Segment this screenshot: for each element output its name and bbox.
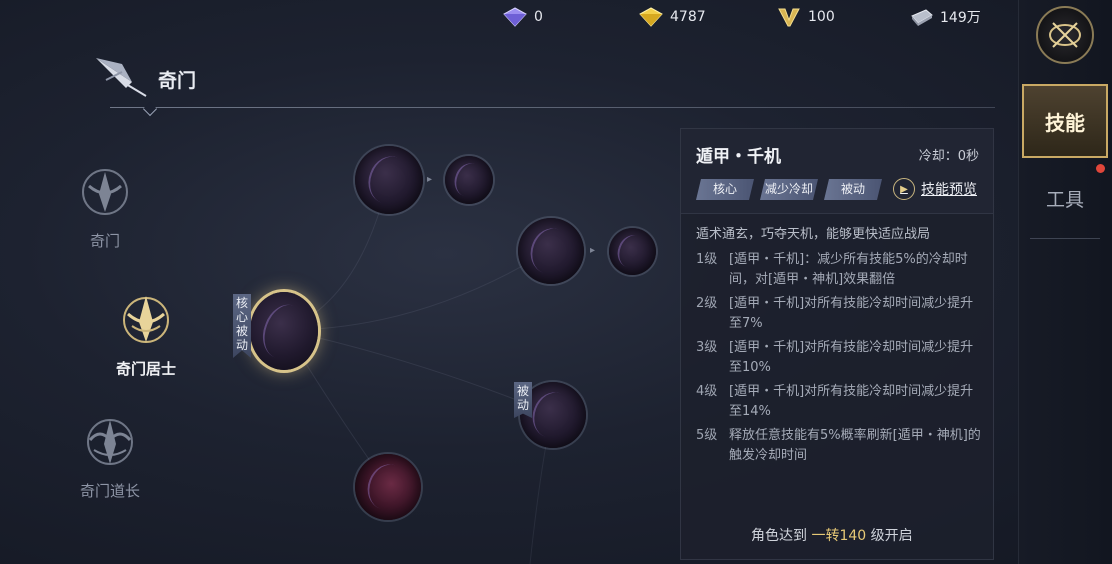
tab-tool[interactable]: 工具 [1022,178,1108,218]
skill-preview-label: 技能预览 [921,182,977,198]
skill-detail-panel: 遁甲・千机 冷却：0秒 核心 减少冷却 被动 ▶ 技能预览 遁术通玄，巧夺天机，… [680,128,994,560]
side-nav-divider [1030,238,1100,239]
chip-reduce-cooldown: 减少冷却 [760,179,818,200]
arrow-right-icon: ▸ [427,174,433,185]
chip-passive: 被动 [824,179,882,200]
skill-title: 遁甲・千机 [696,147,781,167]
skill-node-3a[interactable] [355,454,421,520]
skill-node-2b[interactable] [609,228,656,275]
play-icon: ▶ [893,178,915,200]
core-passive-tag: 核心被动 [233,294,251,358]
skill-detail-header: 遁甲・千机 冷却：0秒 核心 减少冷却 被动 ▶ 技能预览 [681,129,993,214]
level-row: 3级 [遁甲・千机]对所有技能冷却时间减少提升至10% [696,340,974,375]
v-points-count: 100 [808,9,835,25]
notification-dot [1096,164,1105,173]
level-row: 5级 释放任意技能有5%概率刷新[遁甲・神机]的触发冷却时间 [696,428,981,463]
currency-silver: 149万 [908,6,981,28]
v-points-icon [778,8,800,27]
level-row: 1级 [遁甲・千机]：减少所有技能5%的冷却时间，对[遁甲・神机]效果翻倍 [696,252,968,287]
player-avatar[interactable] [1036,6,1094,64]
skill-node-1a[interactable] [355,146,423,214]
skill-node-2a[interactable] [518,218,584,284]
level-row: 4级 [遁甲・千机]对所有技能冷却时间减少提升至14% [696,384,974,419]
skill-preview-button[interactable]: ▶ 技能预览 [893,178,977,200]
silver-count: 149万 [940,10,981,26]
crossed-blades-icon [1049,22,1081,48]
passive-tag: 被动 [514,382,532,418]
skill-cooldown: 冷却：0秒 [918,149,979,164]
arrow-right-icon: ▸ [590,245,596,256]
skill-tree-links [284,179,553,564]
currency-v-points: 100 [776,6,835,28]
chip-core: 核心 [696,179,754,200]
tab-skill[interactable]: 技能 [1022,84,1108,158]
unlock-requirement: 角色达到 一转140 级开启 [751,528,913,544]
silver-ingot-icon [911,9,933,26]
level-row: 2级 [遁甲・千机]对所有技能冷却时间减少提升至7% [696,296,974,331]
skill-node-1b[interactable] [445,156,493,204]
skill-description: 遁术通玄，巧夺天机，能够更快适应战局 [696,227,931,242]
skill-node-core-passive[interactable] [250,292,318,370]
